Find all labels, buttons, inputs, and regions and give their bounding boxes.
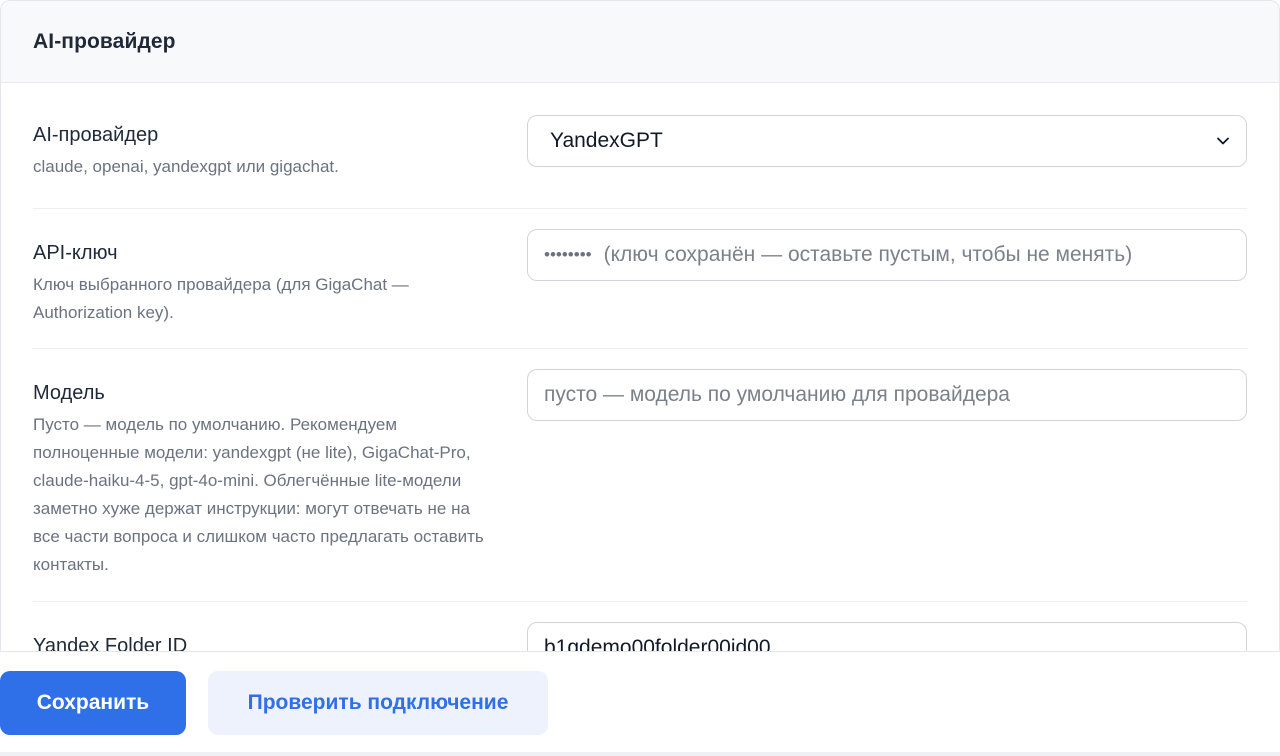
api-key-masked-value: •••••••• [544, 245, 592, 264]
provider-select-value: YandexGPT [550, 129, 663, 152]
provider-label-group: AI-провайдер claude, openai, yandexgpt и… [33, 115, 527, 208]
provider-hint: claude, openai, yandexgpt или gigachat. [33, 157, 339, 176]
model-label-group: Модель Пусто — модель по умолчанию. Реко… [33, 369, 527, 601]
action-bar: Сохранить Проверить подключение [0, 651, 1280, 756]
folder-id-label-group: Yandex Folder ID [33, 622, 527, 652]
api-key-field-col: •••••••• (ключ сохранён — оставьте пусты… [527, 229, 1247, 348]
api-key-input[interactable]: •••••••• (ключ сохранён — оставьте пусты… [527, 229, 1247, 281]
api-key-hint: Ключ выбранного провайдера (для GigaChat… [33, 275, 409, 322]
folder-id-input[interactable]: b1gdemo00folder00id00 [527, 622, 1247, 652]
folder-id-field-col: b1gdemo00folder00id00 [527, 622, 1247, 652]
save-button[interactable]: Сохранить [0, 671, 186, 735]
folder-id-row: Yandex Folder ID b1gdemo00folder00id00 [33, 602, 1247, 652]
model-row: Модель Пусто — модель по умолчанию. Реко… [33, 349, 1247, 602]
provider-field-col: YandexGPT [527, 115, 1247, 208]
model-field-col: пусто — модель по умолчанию для провайде… [527, 369, 1247, 601]
provider-select[interactable]: YandexGPT [527, 115, 1247, 167]
chevron-down-icon [1217, 137, 1229, 145]
model-input[interactable]: пусто — модель по умолчанию для провайде… [527, 369, 1247, 421]
api-key-row: API-ключ Ключ выбранного провайдера (для… [33, 209, 1247, 349]
api-key-label-group: API-ключ Ключ выбранного провайдера (для… [33, 229, 527, 348]
folder-id-value: b1gdemo00folder00id00 [544, 636, 771, 652]
model-label: Модель [33, 382, 105, 404]
footer-divider [0, 752, 1280, 756]
ai-provider-card: AI-провайдер AI-провайдер claude, openai… [0, 0, 1280, 652]
model-placeholder: пусто — модель по умолчанию для провайде… [544, 383, 1010, 406]
api-key-label: API-ключ [33, 242, 118, 264]
settings-form: AI-провайдер claude, openai, yandexgpt и… [1, 83, 1279, 652]
model-hint: Пусто — модель по умолчанию. Рекомендуем… [33, 415, 484, 574]
provider-label: AI-провайдер [33, 124, 159, 146]
folder-id-label: Yandex Folder ID [33, 635, 188, 652]
section-title: AI-провайдер [33, 29, 176, 53]
test-connection-button[interactable]: Проверить подключение [208, 671, 548, 735]
card-header: AI-провайдер [1, 1, 1279, 83]
provider-row: AI-провайдер claude, openai, yandexgpt и… [33, 83, 1247, 209]
api-key-placeholder: (ключ сохранён — оставьте пустым, чтобы … [603, 243, 1133, 266]
